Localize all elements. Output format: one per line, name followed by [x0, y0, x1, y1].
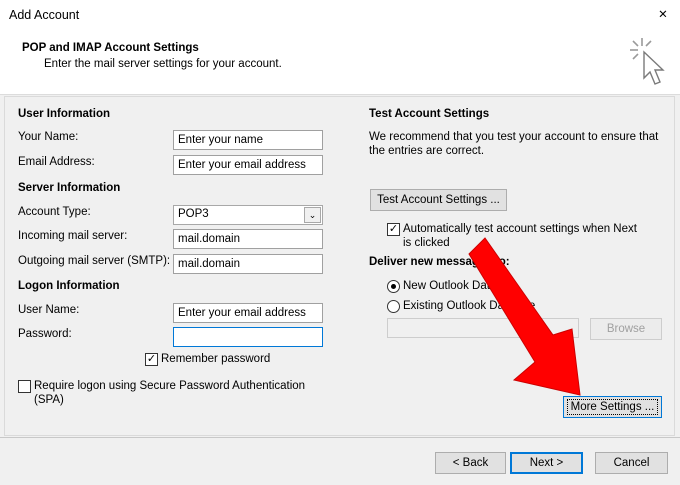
- cancel-button[interactable]: Cancel: [595, 452, 668, 474]
- header-subtitle: Enter the mail server settings for your …: [44, 58, 282, 70]
- auto-test-label-line2[interactable]: is clicked: [403, 237, 450, 249]
- cursor-click-icon: [630, 38, 665, 85]
- your-name-input[interactable]: [173, 130, 323, 150]
- auto-test-label-line1[interactable]: Automatically test account settings when…: [403, 223, 637, 235]
- browse-button[interactable]: Browse: [590, 318, 662, 340]
- outgoing-server-input[interactable]: [173, 254, 323, 274]
- user-information-heading: User Information: [18, 108, 111, 120]
- title-bar: [0, 0, 680, 32]
- test-description-line1: We recommend that you test your account …: [369, 131, 659, 143]
- footer-divider: [0, 437, 680, 438]
- password-label: Password:: [18, 328, 72, 340]
- test-account-settings-button[interactable]: Test Account Settings ...: [370, 189, 507, 211]
- remember-password-label[interactable]: Remember password: [161, 353, 270, 365]
- close-icon[interactable]: ✕: [650, 4, 676, 26]
- more-settings-button[interactable]: More Settings ...: [563, 396, 662, 418]
- account-type-select[interactable]: POP3 ⌄: [173, 205, 323, 225]
- account-type-value: POP3: [178, 208, 209, 220]
- incoming-server-input[interactable]: [173, 229, 323, 249]
- auto-test-checkbox[interactable]: ✓: [387, 223, 400, 236]
- email-address-input[interactable]: [173, 155, 323, 175]
- your-name-label: Your Name:: [18, 131, 79, 143]
- header-title: POP and IMAP Account Settings: [22, 42, 199, 54]
- spa-label-line1[interactable]: Require logon using Secure Password Auth…: [34, 380, 305, 392]
- deliver-heading: Deliver new messages to:: [369, 256, 510, 268]
- incoming-server-label: Incoming mail server:: [18, 230, 128, 242]
- account-type-label: Account Type:: [18, 206, 91, 218]
- more-settings-label: More Settings ...: [567, 399, 658, 415]
- spa-label-line2[interactable]: (SPA): [34, 394, 64, 406]
- user-name-input[interactable]: [173, 303, 323, 323]
- existing-data-file-radio[interactable]: [387, 300, 400, 313]
- remember-password-checkbox[interactable]: ✓: [145, 353, 158, 366]
- server-information-heading: Server Information: [18, 182, 121, 194]
- next-button[interactable]: Next >: [510, 452, 583, 474]
- password-input[interactable]: [173, 327, 323, 347]
- window-title: Add Account: [9, 8, 80, 22]
- data-file-path-input[interactable]: [387, 318, 579, 338]
- new-data-file-radio[interactable]: [387, 280, 400, 293]
- outgoing-server-label: Outgoing mail server (SMTP):: [18, 255, 171, 267]
- user-name-label: User Name:: [18, 304, 80, 316]
- email-address-label: Email Address:: [18, 156, 95, 168]
- new-data-file-label[interactable]: New Outlook Data File: [403, 280, 518, 292]
- chevron-down-icon[interactable]: ⌄: [304, 207, 321, 223]
- back-button[interactable]: < Back: [435, 452, 506, 474]
- spa-checkbox[interactable]: [18, 380, 31, 393]
- test-description-line2: the entries are correct.: [369, 145, 485, 157]
- logon-information-heading: Logon Information: [18, 280, 120, 292]
- existing-data-file-label[interactable]: Existing Outlook Data File: [403, 300, 535, 312]
- test-settings-heading: Test Account Settings: [369, 108, 490, 120]
